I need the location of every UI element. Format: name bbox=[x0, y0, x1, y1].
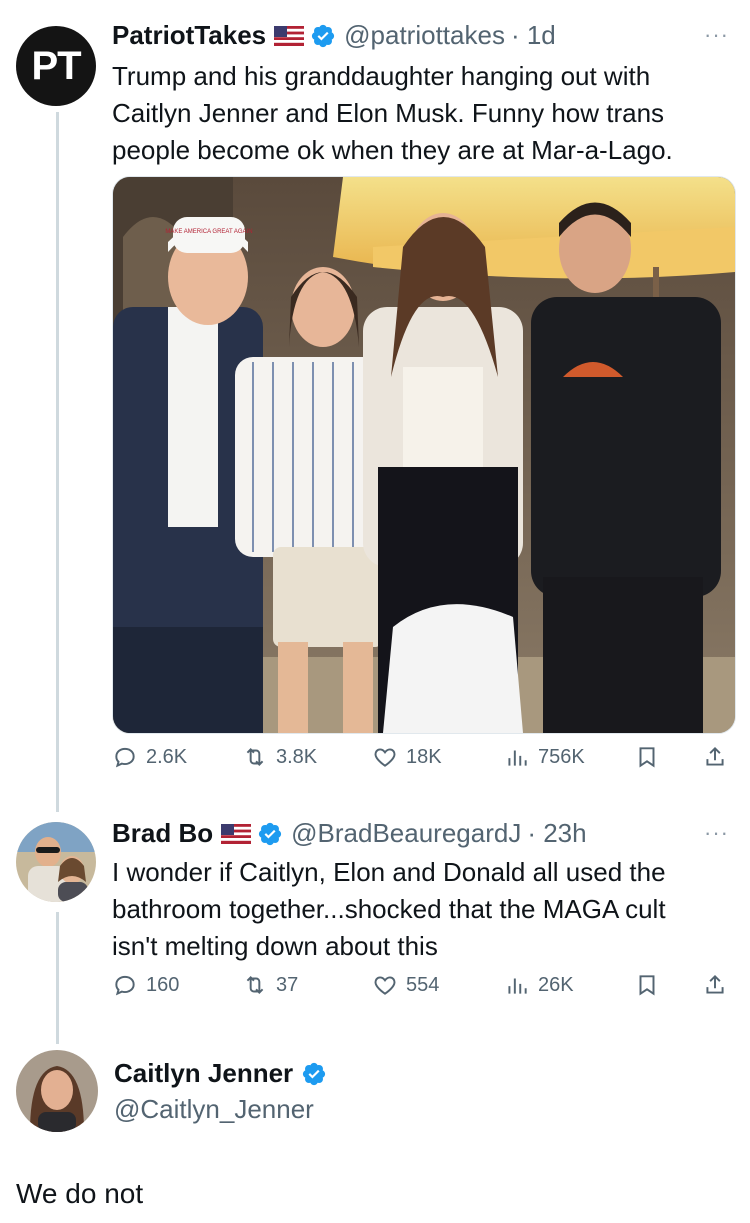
bookmark-icon bbox=[639, 975, 655, 996]
views-button[interactable]: 26K bbox=[504, 972, 574, 998]
verified-badge-icon bbox=[312, 24, 335, 47]
avatar-photo bbox=[16, 822, 96, 902]
avatar-brad-bo[interactable] bbox=[16, 822, 96, 902]
repost-button[interactable]: 37 bbox=[242, 972, 298, 998]
share-icon bbox=[706, 746, 724, 766]
views-chart-icon bbox=[508, 978, 527, 994]
tweet-text-line: Caitlyn Jenner and Elon Musk. Funny how … bbox=[112, 98, 665, 128]
tweet-text-line: people become ok when they are at Mar-a-… bbox=[112, 135, 673, 165]
composer-header: Caitlyn Jenner bbox=[114, 1058, 335, 1089]
tweet-photo[interactable]: MAKE AMERICA GREAT AGAIN bbox=[112, 176, 736, 734]
hat-text: MAKE AMERICA GREAT AGAIN bbox=[165, 229, 252, 235]
reply-text: I wonder if Caitlyn, Elon and Donald all… bbox=[112, 854, 732, 965]
share-icon bbox=[706, 974, 724, 994]
reply-icon bbox=[115, 975, 135, 996]
repost-button[interactable]: 3.8K bbox=[242, 744, 317, 770]
avatar-patriottakes[interactable]: PT bbox=[16, 26, 96, 106]
tweet-text-line: Trump and his granddaughter hanging out … bbox=[112, 61, 651, 91]
views-chart-icon bbox=[508, 750, 527, 766]
handle[interactable]: @patriottakes bbox=[344, 20, 505, 51]
bookmark-button[interactable] bbox=[634, 972, 668, 998]
heart-icon bbox=[374, 748, 396, 767]
reply-button[interactable]: 2.6K bbox=[112, 744, 187, 770]
handle[interactable]: @BradBeauregardJ bbox=[291, 818, 521, 849]
tweet-text: Trump and his granddaughter hanging out … bbox=[112, 58, 732, 169]
share-button[interactable] bbox=[702, 972, 736, 998]
avatar-photo bbox=[16, 1050, 98, 1132]
tweet-header: PatriotTakes @patriottakes · 1d bbox=[112, 20, 556, 51]
thread-line bbox=[56, 912, 59, 1044]
reply-button[interactable]: 160 bbox=[112, 972, 179, 998]
verified-badge-icon bbox=[303, 1062, 326, 1085]
reply-actions: 160 37 554 26K bbox=[112, 972, 734, 1012]
more-options-icon[interactable]: ··· bbox=[704, 22, 729, 48]
bookmark-icon bbox=[639, 747, 655, 768]
handle[interactable]: @Caitlyn_Jenner bbox=[114, 1094, 314, 1125]
timestamp[interactable]: · 23h bbox=[527, 818, 586, 849]
repost-icon bbox=[246, 748, 264, 766]
more-options-icon[interactable]: ··· bbox=[704, 820, 729, 846]
display-name[interactable]: PatriotTakes bbox=[112, 20, 266, 51]
us-flag-icon bbox=[221, 823, 252, 844]
heart-icon bbox=[374, 976, 396, 995]
like-button[interactable]: 18K bbox=[372, 744, 442, 770]
tweet-text-line: bathroom together...shocked that the MAG… bbox=[112, 894, 666, 924]
avatar-caitlyn-jenner[interactable] bbox=[16, 1050, 98, 1132]
timestamp[interactable]: · 1d bbox=[511, 20, 556, 51]
reply-icon bbox=[115, 747, 135, 768]
tweet-text-line: isn't melting down about this bbox=[112, 931, 438, 961]
tweet-text-line: I wonder if Caitlyn, Elon and Donald all… bbox=[112, 857, 666, 887]
reply-body-text: We do not bbox=[16, 1178, 144, 1209]
display-name[interactable]: Brad Bo bbox=[112, 818, 213, 849]
thread-line bbox=[56, 112, 59, 812]
reply-header: Brad Bo @BradBeauregardJ · 23h bbox=[112, 818, 587, 849]
repost-icon bbox=[246, 976, 264, 994]
photo-illustration: MAKE AMERICA GREAT AGAIN bbox=[113, 177, 735, 733]
display-name[interactable]: Caitlyn Jenner bbox=[114, 1058, 293, 1089]
like-button[interactable]: 554 bbox=[372, 972, 439, 998]
us-flag-icon bbox=[274, 25, 305, 46]
views-button[interactable]: 756K bbox=[504, 744, 585, 770]
share-button[interactable] bbox=[702, 744, 736, 770]
bookmark-button[interactable] bbox=[634, 744, 668, 770]
tweet-actions: 2.6K 3.8K 18K 756K bbox=[112, 744, 734, 784]
verified-badge-icon bbox=[259, 822, 282, 845]
